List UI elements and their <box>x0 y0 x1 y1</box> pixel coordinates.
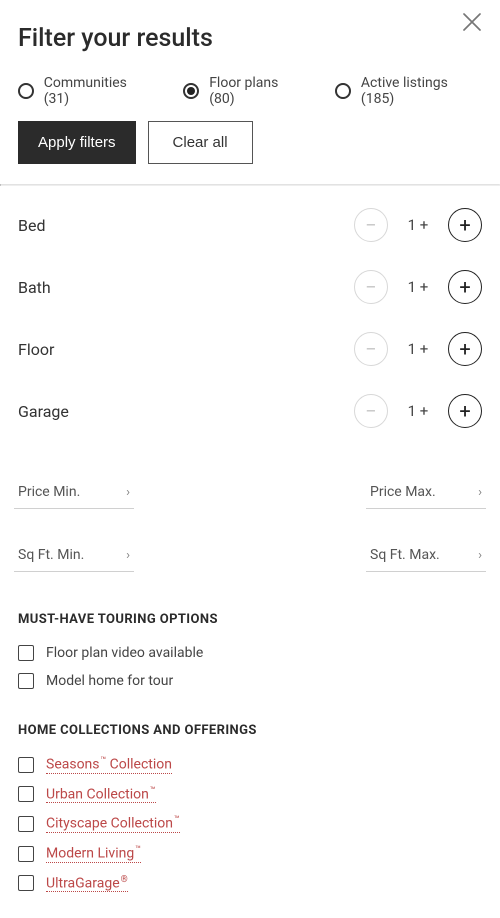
close-icon[interactable] <box>458 8 486 36</box>
plus-icon[interactable]: + <box>448 270 482 304</box>
stepper-value: 1 + <box>406 216 430 234</box>
tab-communities[interactable]: Communities (31) <box>18 75 153 107</box>
checkbox-modern-living[interactable]: Modern Living™ <box>18 839 482 869</box>
touring-options-heading: MUST-HAVE TOURING OPTIONS <box>18 612 482 627</box>
checkbox-label: Model home for tour <box>46 673 173 689</box>
range-label: Price Max. <box>370 484 436 500</box>
chevron-right-icon: › <box>478 485 482 500</box>
checkbox-model-home-tour[interactable]: Model home for tour <box>18 667 482 695</box>
stepper-value: 1 + <box>406 402 430 420</box>
tab-label: Floor plans (80) <box>209 75 305 107</box>
price-min-select[interactable]: Price Min. › <box>14 478 134 509</box>
checkbox-icon <box>18 673 34 689</box>
plus-icon[interactable]: + <box>448 394 482 428</box>
plus-icon[interactable]: + <box>448 332 482 366</box>
tab-label: Active listings (185) <box>361 75 482 107</box>
range-label: Price Min. <box>18 484 80 500</box>
page-title: Filter your results <box>18 24 482 53</box>
checkbox-icon <box>18 645 34 661</box>
apply-filters-button[interactable]: Apply filters <box>18 121 136 164</box>
checkbox-icon <box>18 875 34 891</box>
stepper-label: Floor <box>18 340 54 359</box>
radio-icon <box>183 83 199 99</box>
checkbox-urban-collection[interactable]: Urban Collection™ <box>18 780 482 810</box>
chevron-right-icon: › <box>478 548 482 563</box>
minus-icon[interactable]: − <box>354 270 388 304</box>
checkbox-label: Floor plan video available <box>46 645 203 661</box>
collection-link[interactable]: Urban Collection™ <box>46 786 156 804</box>
stepper-floor: Floor − 1 + + <box>18 318 482 380</box>
checkbox-icon <box>18 816 34 832</box>
sqft-min-select[interactable]: Sq Ft. Min. › <box>14 541 134 572</box>
chevron-right-icon: › <box>126 485 130 500</box>
price-max-select[interactable]: Price Max. › <box>366 478 486 509</box>
filter-tabs: Communities (31) Floor plans (80) Active… <box>0 57 500 121</box>
minus-icon[interactable]: − <box>354 394 388 428</box>
clear-all-button[interactable]: Clear all <box>148 121 253 164</box>
checkbox-icon <box>18 757 34 773</box>
stepper-label: Garage <box>18 402 69 421</box>
plus-icon[interactable]: + <box>448 208 482 242</box>
stepper-garage: Garage − 1 + + <box>18 380 482 442</box>
chevron-right-icon: › <box>126 548 130 563</box>
range-label: Sq Ft. Max. <box>370 547 440 563</box>
minus-icon[interactable]: − <box>354 208 388 242</box>
collection-link[interactable]: UltraGarage® <box>46 875 128 893</box>
checkbox-seasons-collection[interactable]: Seasons™ Collection <box>18 750 482 780</box>
tab-label: Communities (31) <box>44 75 154 107</box>
stepper-bath: Bath − 1 + + <box>18 256 482 318</box>
stepper-label: Bath <box>18 278 51 297</box>
stepper-label: Bed <box>18 216 45 235</box>
collections-heading: HOME COLLECTIONS AND OFFERINGS <box>18 723 482 738</box>
checkbox-ultragarage[interactable]: UltraGarage® <box>18 869 482 899</box>
stepper-value: 1 + <box>406 278 430 296</box>
collection-link[interactable]: Modern Living™ <box>46 845 141 863</box>
checkbox-icon <box>18 846 34 862</box>
collection-link[interactable]: Seasons™ Collection <box>46 756 172 774</box>
radio-icon <box>18 83 34 99</box>
checkbox-icon <box>18 786 34 802</box>
range-label: Sq Ft. Min. <box>18 547 84 563</box>
tab-active-listings[interactable]: Active listings (185) <box>335 75 482 107</box>
minus-icon[interactable]: − <box>354 332 388 366</box>
collection-link[interactable]: Cityscape Collection™ <box>46 815 180 833</box>
sqft-max-select[interactable]: Sq Ft. Max. › <box>366 541 486 572</box>
checkbox-cityscape-collection[interactable]: Cityscape Collection™ <box>18 809 482 839</box>
radio-icon <box>335 83 351 99</box>
stepper-value: 1 + <box>406 340 430 358</box>
stepper-bed: Bed − 1 + + <box>18 194 482 256</box>
tab-floorplans[interactable]: Floor plans (80) <box>183 75 305 107</box>
checkbox-floor-plan-video[interactable]: Floor plan video available <box>18 639 482 667</box>
